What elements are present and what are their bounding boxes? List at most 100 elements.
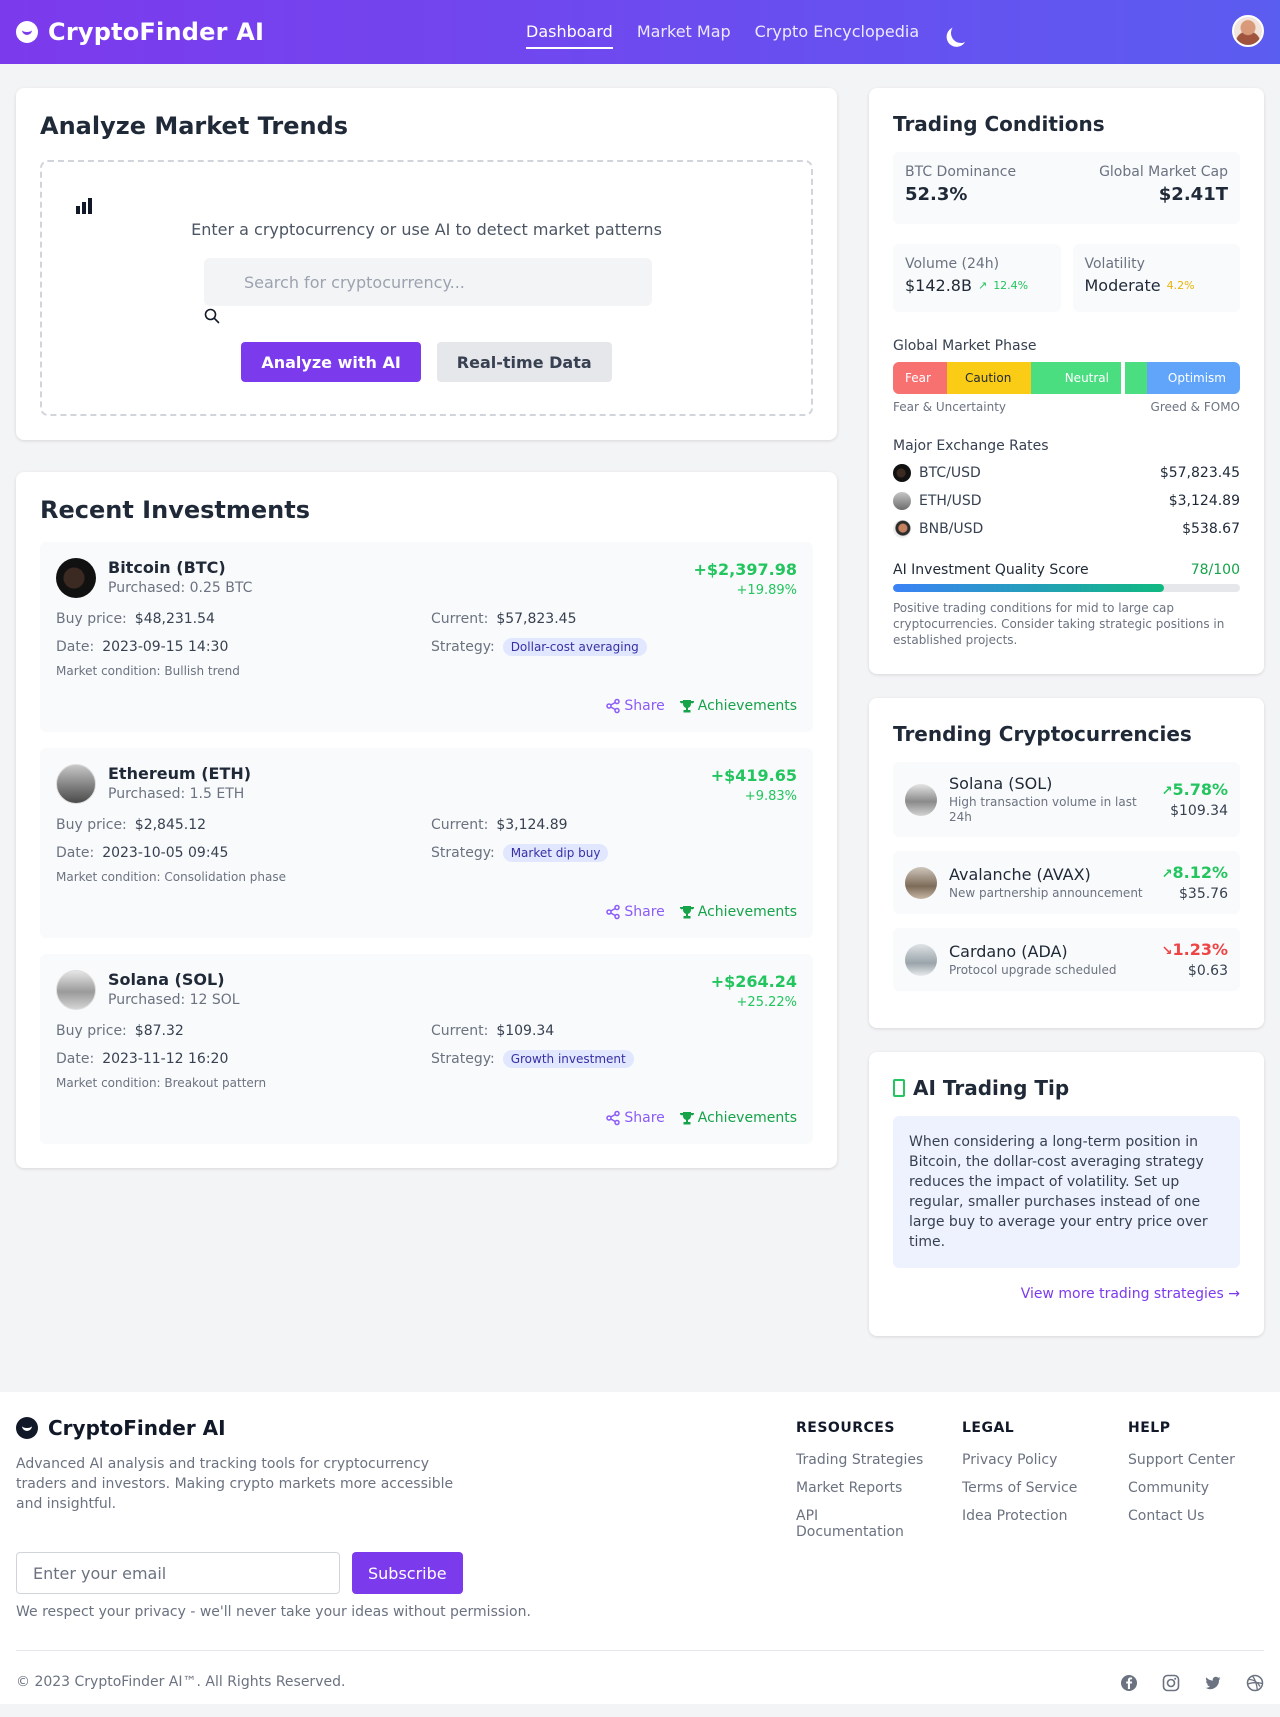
subscribe-button[interactable]: Subscribe: [352, 1552, 463, 1594]
trending-item[interactable]: Cardano (ADA) Protocol upgrade scheduled…: [893, 928, 1240, 991]
achievements-button[interactable]: Achievements: [679, 1110, 797, 1126]
dribbble-icon[interactable]: [1246, 1674, 1264, 1692]
analyze-card: Analyze Market Trends Enter a cryptocurr…: [16, 88, 837, 440]
phase-fear: Fear: [893, 362, 947, 394]
brand[interactable]: CryptoFinder AI: [16, 18, 264, 46]
volume-value: $142.8B: [905, 276, 972, 295]
share-button[interactable]: Share: [605, 698, 665, 714]
investment-gain-pct: +25.22%: [736, 995, 797, 1010]
trending-desc: High transaction volume in last 24h: [949, 795, 1137, 824]
market-condition: Market condition: Bullish trend: [56, 664, 240, 678]
moon-icon[interactable]: [950, 21, 973, 44]
trading-conditions-card: Trading Conditions BTC Dominance 52.3% G…: [869, 88, 1264, 674]
footer: CryptoFinder AI Advanced AI analysis and…: [0, 1392, 1280, 1704]
market-condition: Market condition: Breakout pattern: [56, 1076, 267, 1090]
footer-link[interactable]: Trading Strategies: [796, 1452, 930, 1468]
investment-purchased: Purchased: 1.5 ETH: [108, 786, 245, 802]
market-phase-title: Global Market Phase: [893, 338, 1037, 354]
analyze-title: Analyze Market Trends: [40, 112, 349, 140]
buy-price-label: Buy price:: [56, 1023, 127, 1039]
achievements-button[interactable]: Achievements: [679, 698, 797, 714]
rate-pair: BTC/USD: [919, 465, 981, 481]
rate-row: ETH/USD $3,124.89: [893, 492, 1240, 510]
btc-coin-icon: [893, 464, 911, 482]
trending-item[interactable]: Solana (SOL) High transaction volume in …: [893, 762, 1240, 837]
footer-link[interactable]: Privacy Policy: [962, 1452, 1096, 1468]
rate-value: $3,124.89: [1168, 493, 1240, 509]
avalanche-avatar: [905, 866, 937, 899]
analyze-ai-button[interactable]: Analyze with AI: [241, 342, 421, 382]
cardano-avatar: [905, 943, 937, 976]
btc-dominance-label: BTC Dominance: [905, 164, 1017, 180]
date-label: Date:: [56, 845, 95, 861]
footer-link[interactable]: Idea Protection: [962, 1508, 1096, 1524]
trending-price: $35.76: [1179, 886, 1228, 902]
nav-dashboard[interactable]: Dashboard: [526, 22, 613, 49]
footer-brand: CryptoFinder AI: [48, 1416, 226, 1440]
solana-avatar: [56, 970, 96, 1010]
footer-link[interactable]: Market Reports: [796, 1480, 930, 1496]
date-value: 2023-09-15 14:30: [102, 639, 229, 655]
footer-link[interactable]: API Documentation: [796, 1508, 930, 1540]
view-strategies-link[interactable]: View more trading strategies →: [893, 1286, 1240, 1302]
brand-name: CryptoFinder AI: [48, 18, 265, 46]
footer-link[interactable]: Terms of Service: [962, 1480, 1096, 1496]
achievements-button[interactable]: Achievements: [679, 904, 797, 920]
rate-value: $57,823.45: [1159, 465, 1240, 481]
trending-title: Trending Cryptocurrencies: [893, 722, 1192, 746]
trending-pct: 5.78%: [1172, 780, 1228, 799]
trending-desc: Protocol upgrade scheduled: [949, 962, 1117, 977]
twitter-icon[interactable]: [1204, 1674, 1222, 1692]
trending-pct: 1.23%: [1172, 940, 1228, 959]
strategy-label: Strategy:: [431, 639, 495, 655]
volume-delta: 12.4%: [993, 279, 1029, 292]
phase-optimism: Optimism: [1125, 362, 1240, 394]
eth-coin-icon: [893, 492, 911, 510]
footer-link[interactable]: Community: [1128, 1480, 1262, 1496]
user-avatar[interactable]: [1232, 15, 1264, 47]
copyright: © 2023 CryptoFinder AI™. All Rights Rese…: [16, 1674, 346, 1690]
volatility-value: Moderate: [1084, 276, 1161, 295]
newsletter-email-input[interactable]: [16, 1552, 340, 1594]
search-icon[interactable]: [204, 308, 220, 324]
bitcoin-avatar: [56, 558, 96, 598]
market-phase-bar: Fear Caution Neutral Optimism: [893, 362, 1240, 394]
strategy-label: Strategy:: [431, 1051, 495, 1067]
investment-gain: +$264.24: [710, 972, 797, 991]
instagram-icon[interactable]: [1162, 1674, 1180, 1692]
crypto-search-input[interactable]: [204, 258, 652, 306]
share-icon: [606, 698, 621, 714]
market-cap-value: $2.41T: [1158, 184, 1228, 205]
investment-gain: +$2,397.98: [693, 560, 798, 579]
phase-left-label: Fear & Uncertainty: [893, 400, 1007, 414]
footer-link[interactable]: Contact Us: [1128, 1508, 1262, 1524]
buy-price-value: $87.32: [134, 1023, 184, 1039]
footer-description: Advanced AI analysis and tracking tools …: [16, 1456, 454, 1512]
quality-score-value: 78/100: [1190, 562, 1240, 578]
nav-crypto-encyclopedia[interactable]: Crypto Encyclopedia: [755, 22, 919, 49]
social-links: [1120, 1674, 1264, 1692]
footer-divider: [16, 1650, 1264, 1651]
date-label: Date:: [56, 1051, 95, 1067]
solana-avatar: [905, 783, 937, 816]
date-label: Date:: [56, 639, 95, 655]
tip-title: AI Trading Tip: [913, 1076, 1070, 1100]
nav-market-map[interactable]: Market Map: [637, 22, 731, 49]
main-nav: Dashboard Market Map Crypto Encyclopedia: [526, 0, 971, 64]
share-button[interactable]: Share: [605, 904, 665, 920]
quality-score-note: Positive trading conditions for mid to l…: [893, 601, 1225, 647]
facebook-icon[interactable]: [1120, 1674, 1138, 1692]
share-button[interactable]: Share: [605, 1110, 665, 1126]
strategy-tag: Growth investment: [502, 1050, 634, 1068]
footer-link[interactable]: Support Center: [1128, 1452, 1262, 1468]
logo-icon: [16, 1417, 38, 1439]
investment-gain: +$419.65: [710, 766, 797, 785]
tip-body: When considering a long-term position in…: [893, 1116, 1240, 1268]
current-label: Current:: [431, 1023, 489, 1039]
footer-column-resources: RESOURCES Trading Strategies Market Repo…: [796, 1420, 930, 1540]
realtime-data-button[interactable]: Real-time Data: [436, 342, 612, 382]
quality-score-bar: [893, 584, 1240, 592]
footer-column-title: RESOURCES: [796, 1420, 895, 1436]
volatility-box: Volatility Moderate 4.2%: [1072, 244, 1240, 312]
trending-item[interactable]: Avalanche (AVAX) New partnership announc…: [893, 851, 1240, 914]
